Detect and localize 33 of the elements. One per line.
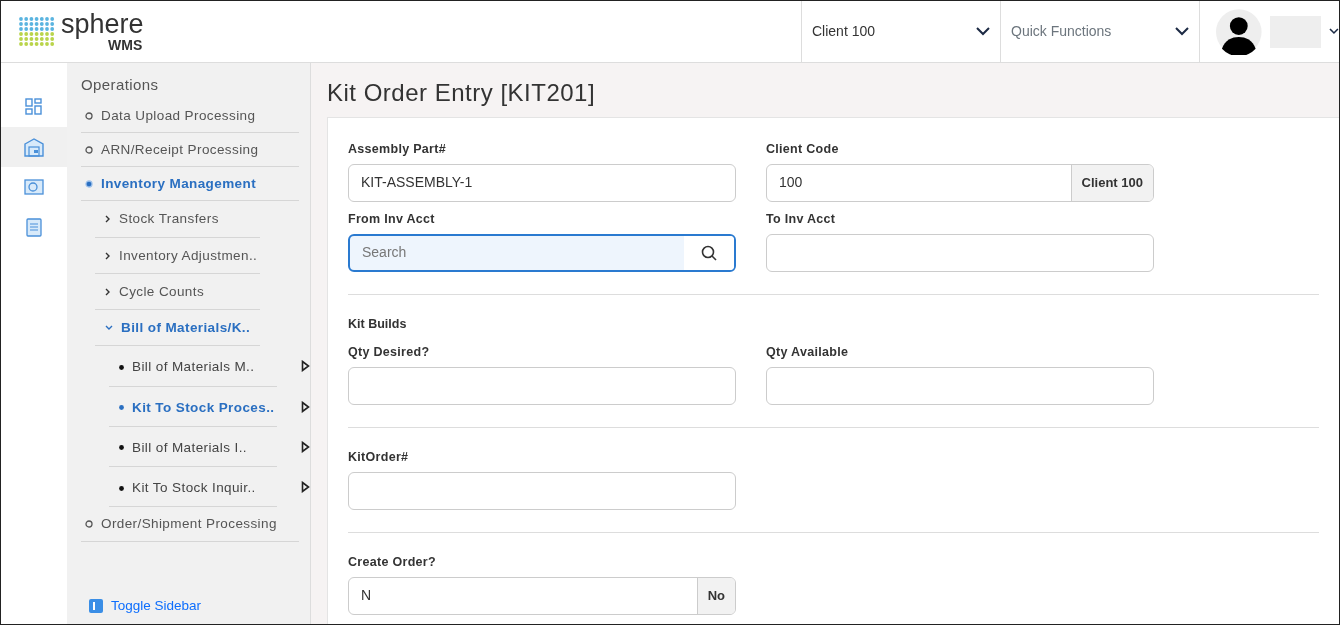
sidebar-item[interactable]: Inventory Management xyxy=(81,167,299,202)
field-label: Qty Desired? xyxy=(348,344,431,362)
sidebar-subitem[interactable]: Kit To Stock Proces.. xyxy=(109,386,277,427)
quick-functions-select[interactable]: Quick Functions xyxy=(1000,1,1199,62)
field-label: Qty Available xyxy=(766,344,850,362)
input-field[interactable]: N No xyxy=(348,576,736,615)
sidebar-item[interactable]: Order/Shipment Processing xyxy=(81,507,299,542)
field-label: KitOrder# xyxy=(348,449,410,466)
page-title: Kit Order Entry [KIT201] xyxy=(326,78,597,108)
sidebar-subitem[interactable]: Inventory Adjustmen.. xyxy=(95,237,260,274)
sidebar-subitem[interactable]: Cycle Counts xyxy=(95,273,260,310)
field-label: Create Order? xyxy=(348,553,437,571)
toggle-sidebar-link[interactable]: Toggle Sidebar xyxy=(111,595,202,616)
input-addon: Client 100 xyxy=(1070,164,1153,201)
logo-subtitle: WMS xyxy=(108,38,144,52)
client-select[interactable]: Client 100 xyxy=(801,1,1000,62)
input-field[interactable]: Search xyxy=(348,233,736,272)
sidebar-subitem[interactable]: Bill of Materials I.. xyxy=(109,426,277,467)
field-label: From Inv Acct xyxy=(348,210,436,228)
section-heading: Kit Builds xyxy=(348,315,408,333)
sidebar-item[interactable]: ARN/Receipt Processing xyxy=(81,132,299,167)
sidebar-subitem[interactable]: Kit To Stock Inquir.. xyxy=(109,467,277,508)
input-addon: No xyxy=(696,577,735,614)
field-label: Client Code xyxy=(766,141,840,158)
field-label: To Inv Acct xyxy=(766,210,837,228)
sidebar-subitem[interactable]: Bill of Materials/K.. xyxy=(95,310,260,347)
sidebar-subitem[interactable]: Stock Transfers xyxy=(95,201,260,238)
sidebar-heading: Operations xyxy=(81,75,160,95)
input-field[interactable]: 100 Client 100 xyxy=(766,163,1154,202)
sidebar-subitem[interactable]: Bill of Materials M.. xyxy=(109,346,277,387)
sidebar-item[interactable]: Data Upload Processing xyxy=(81,98,299,133)
input-field[interactable]: KIT-ASSEMBLY-1 xyxy=(348,163,736,202)
field-label: Assembly Part# xyxy=(348,141,447,158)
